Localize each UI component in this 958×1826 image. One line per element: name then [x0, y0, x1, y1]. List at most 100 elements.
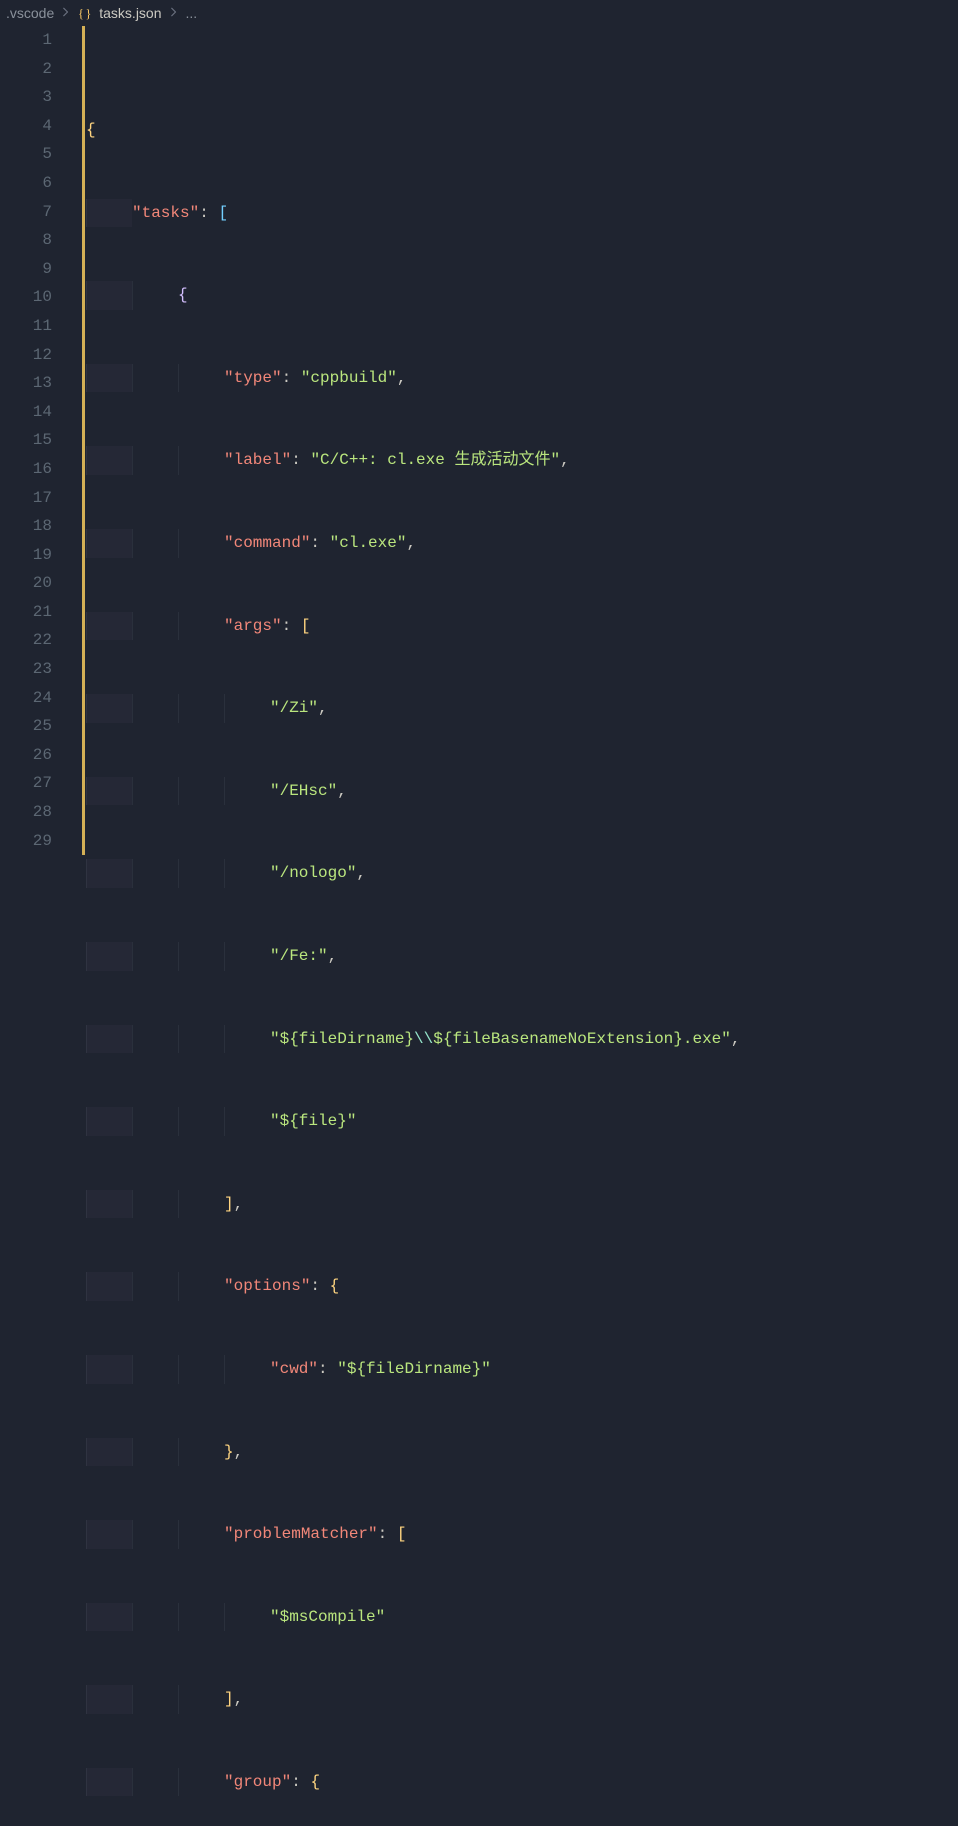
line-number: 9 — [0, 255, 52, 284]
line-number: 25 — [0, 712, 52, 741]
escape-token: \\ — [414, 1030, 433, 1048]
comma-token: , — [356, 864, 366, 882]
line-number: 7 — [0, 198, 52, 227]
chevron-right-icon — [60, 5, 72, 21]
colon-token: : — [310, 1277, 320, 1295]
open-bracket-token: [ — [397, 1525, 407, 1543]
json-string: "$msCompile" — [270, 1608, 385, 1626]
json-key: "options" — [224, 1277, 310, 1295]
comma-token: , — [560, 451, 570, 469]
code-editor[interactable]: 1 2 3 4 5 6 7 8 9 10 11 12 13 14 15 16 1… — [0, 26, 958, 913]
line-number: 17 — [0, 484, 52, 513]
close-bracket-token: ] — [224, 1690, 234, 1708]
modified-indicator — [82, 26, 85, 855]
open-bracket-token: [ — [218, 204, 228, 222]
open-brace-token: { — [310, 1773, 320, 1791]
colon-token: : — [291, 1773, 301, 1791]
code-line[interactable]: "${fileDirname}\\${fileBasenameNoExtensi… — [70, 1025, 958, 1054]
colon-token: : — [282, 617, 292, 635]
code-line[interactable]: "/nologo", — [70, 859, 958, 888]
code-line[interactable]: "/Fe:", — [70, 942, 958, 971]
json-string: "${fileDirname} — [270, 1030, 414, 1048]
svg-text:{: { — [78, 6, 84, 20]
line-numbers: 1 2 3 4 5 6 7 8 9 10 11 12 13 14 15 16 1… — [0, 26, 70, 913]
code-line[interactable]: "type": "cppbuild", — [70, 364, 958, 393]
code-line[interactable]: ], — [70, 1190, 958, 1219]
line-number: 26 — [0, 741, 52, 770]
line-number: 24 — [0, 684, 52, 713]
json-string: "cl.exe" — [330, 534, 407, 552]
json-string: "/EHsc" — [270, 782, 337, 800]
code-line[interactable]: "args": [ — [70, 612, 958, 641]
json-key: "group" — [224, 1773, 291, 1791]
comma-token: , — [328, 947, 338, 965]
line-number: 3 — [0, 83, 52, 112]
svg-text:}: } — [86, 6, 92, 20]
code-line[interactable]: "$msCompile" — [70, 1603, 958, 1632]
line-number: 15 — [0, 426, 52, 455]
json-string: "${fileDirname}" — [337, 1360, 491, 1378]
line-number: 8 — [0, 226, 52, 255]
comma-token: , — [234, 1690, 244, 1708]
line-number: 18 — [0, 512, 52, 541]
breadcrumb[interactable]: .vscode {} tasks.json ... — [0, 0, 958, 26]
line-number: 5 — [0, 140, 52, 169]
comma-token: , — [397, 369, 407, 387]
code-line[interactable]: "problemMatcher": [ — [70, 1520, 958, 1549]
colon-token: : — [378, 1525, 388, 1543]
line-number: 13 — [0, 369, 52, 398]
line-number: 12 — [0, 341, 52, 370]
json-key: "tasks" — [132, 204, 199, 222]
json-file-icon: {} — [78, 6, 93, 21]
open-brace-token: { — [178, 286, 188, 304]
json-key: "command" — [224, 534, 310, 552]
json-string: "/Zi" — [270, 699, 318, 717]
json-string: "C/C++: cl.exe 生成活动文件" — [310, 451, 560, 469]
comma-token: , — [337, 782, 347, 800]
code-line[interactable]: "/EHsc", — [70, 777, 958, 806]
line-number: 10 — [0, 283, 52, 312]
json-string: "cppbuild" — [301, 369, 397, 387]
comma-token: , — [731, 1030, 741, 1048]
code-line[interactable]: "label": "C/C++: cl.exe 生成活动文件", — [70, 446, 958, 475]
comma-token: , — [234, 1443, 244, 1461]
code-area[interactable]: { "tasks": [ { "type": "cppbuild", "labe… — [70, 26, 958, 913]
code-line[interactable]: "command": "cl.exe", — [70, 529, 958, 558]
comma-token: , — [234, 1195, 244, 1213]
code-line[interactable]: { — [70, 281, 958, 310]
json-key: "problemMatcher" — [224, 1525, 378, 1543]
json-key: "label" — [224, 451, 291, 469]
code-line[interactable]: { — [70, 116, 958, 145]
code-line[interactable]: "${file}" — [70, 1107, 958, 1136]
colon-token: : — [282, 369, 292, 387]
line-number: 20 — [0, 569, 52, 598]
json-string: "${file}" — [270, 1112, 356, 1130]
line-number: 14 — [0, 398, 52, 427]
breadcrumb-file[interactable]: {} tasks.json — [78, 5, 161, 21]
open-brace-token: { — [330, 1277, 340, 1295]
json-string: "/nologo" — [270, 864, 356, 882]
breadcrumb-extra[interactable]: ... — [186, 5, 198, 21]
code-line[interactable]: }, — [70, 1438, 958, 1467]
colon-token: : — [291, 451, 301, 469]
breadcrumb-file-label: tasks.json — [99, 5, 161, 21]
line-number: 2 — [0, 55, 52, 84]
code-line[interactable]: "/Zi", — [70, 694, 958, 723]
line-number: 23 — [0, 655, 52, 684]
open-brace-token: { — [86, 121, 96, 139]
json-string: ${fileBasenameNoExtension}.exe" — [433, 1030, 731, 1048]
json-string: "/Fe:" — [270, 947, 328, 965]
open-bracket-token: [ — [301, 617, 311, 635]
line-number: 27 — [0, 769, 52, 798]
code-line[interactable]: "options": { — [70, 1272, 958, 1301]
code-line[interactable]: "cwd": "${fileDirname}" — [70, 1355, 958, 1384]
line-number: 4 — [0, 112, 52, 141]
line-number: 11 — [0, 312, 52, 341]
code-line[interactable]: "tasks": [ — [70, 199, 958, 228]
code-line[interactable]: "group": { — [70, 1768, 958, 1797]
breadcrumb-folder[interactable]: .vscode — [6, 5, 54, 21]
comma-token: , — [318, 699, 328, 717]
close-bracket-token: ] — [224, 1195, 234, 1213]
chevron-right-icon — [168, 5, 180, 21]
code-line[interactable]: ], — [70, 1685, 958, 1714]
